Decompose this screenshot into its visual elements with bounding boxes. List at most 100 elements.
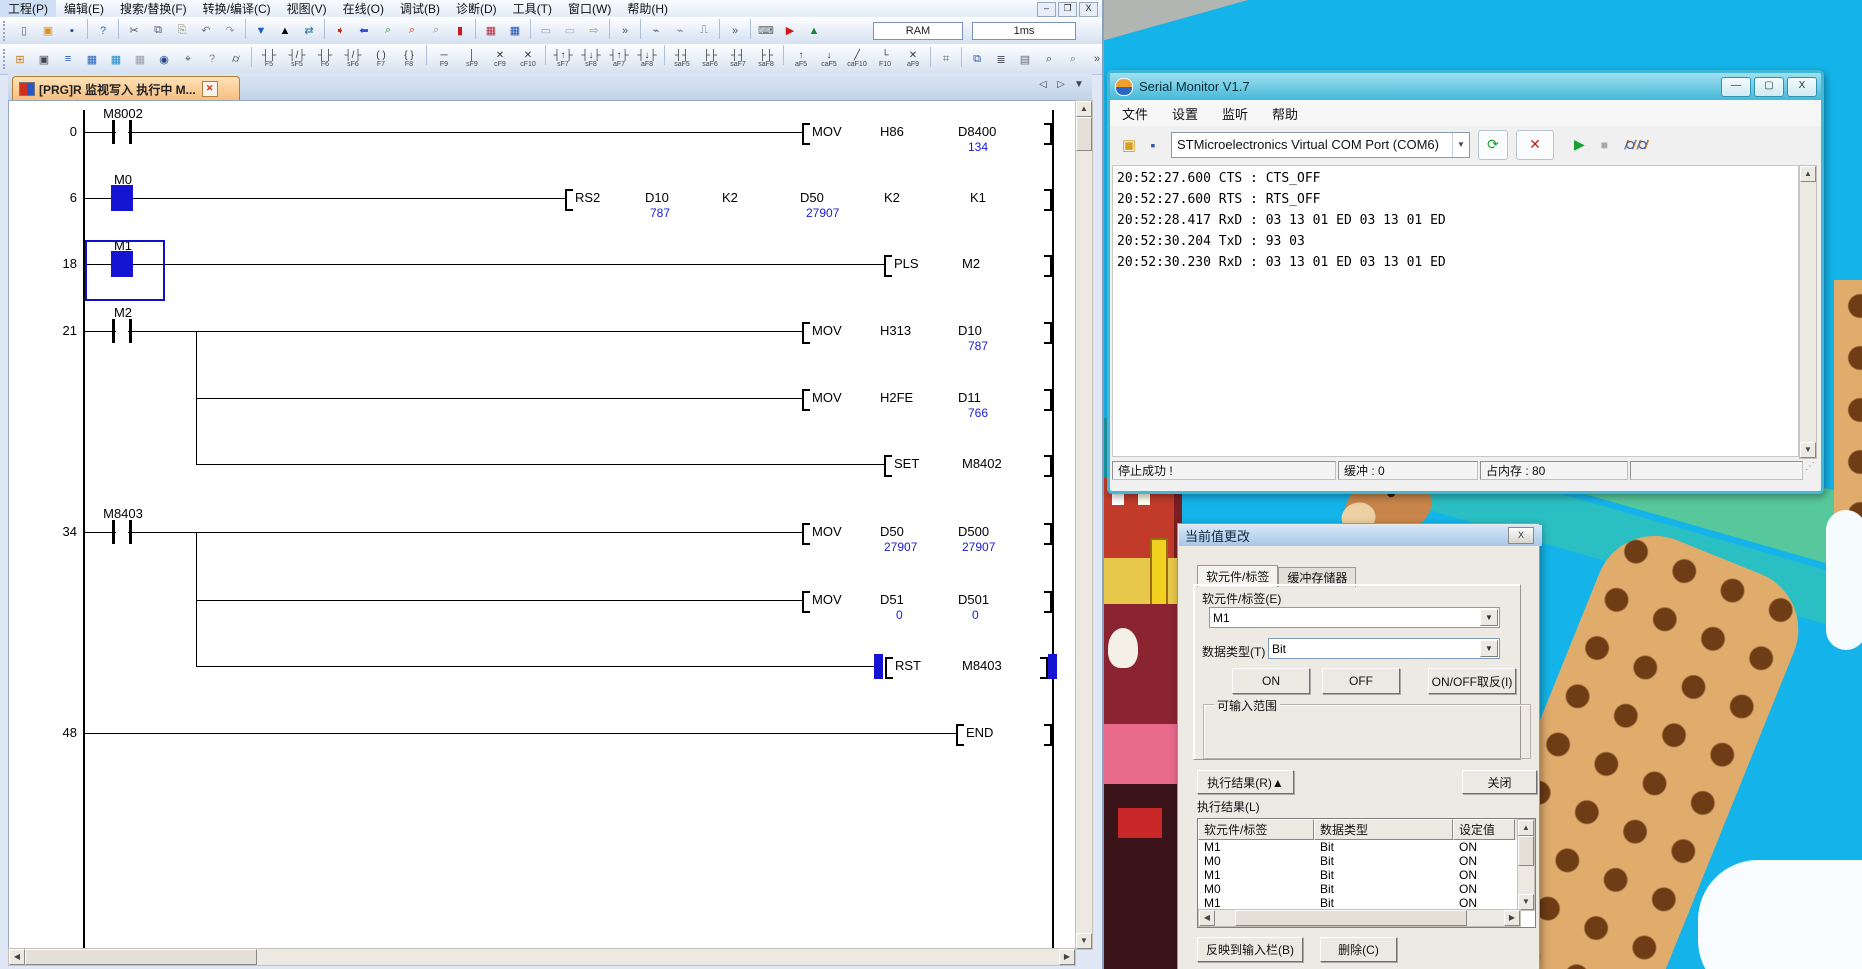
instruction-operand[interactable]: D50	[800, 190, 824, 206]
scan-time-box[interactable]: 1ms	[972, 22, 1076, 40]
instruction-operand[interactable]: K2	[722, 190, 738, 206]
on-off-invert-button[interactable]: ON/OFF取反(I)	[1428, 668, 1516, 694]
instruction-operand[interactable]: D11	[958, 390, 981, 406]
hscroll-thumb[interactable]	[25, 949, 257, 965]
memory-target-box[interactable]: RAM	[873, 22, 963, 40]
logline-item[interactable]: 20:52:30.230 RxD : 03 13 01 ED 03 13 01 …	[1117, 253, 1798, 274]
import-icon[interactable]: ⬅	[353, 20, 375, 42]
scroll-left-icon[interactable]: ◀	[9, 949, 25, 965]
logline-item[interactable]: 20:52:28.417 RxD : 03 13 01 ED 03 13 01 …	[1117, 211, 1798, 232]
overflow-chevron-icon[interactable]: »	[724, 20, 746, 42]
falling-pulse-button[interactable]: ┤↓├sF8	[577, 45, 605, 73]
column-header[interactable]: 软元件/标签	[1198, 819, 1314, 840]
invert-result-button[interactable]: ↑aF5	[787, 45, 815, 73]
contact-label[interactable]: M8002	[92, 106, 154, 121]
stop-block-icon[interactable]: ▮	[449, 20, 471, 42]
instruction-operand[interactable]: D500	[958, 524, 989, 540]
dialog-title-bar[interactable]: 当前值更改	[1179, 525, 1542, 546]
application-instruction-button[interactable]: { }F8	[395, 45, 423, 73]
table-row[interactable]: M1BitON	[1198, 868, 1535, 882]
stop-listen-icon[interactable]: ■	[1601, 138, 1608, 152]
smenu-item[interactable]: 帮助	[1260, 102, 1310, 125]
instruction-operand[interactable]: H313	[880, 323, 911, 339]
table-vscroll-thumb[interactable]	[1518, 836, 1534, 866]
overflow-chevron-icon[interactable]: »	[1086, 48, 1108, 70]
doc-gray2-icon[interactable]: ▭	[559, 20, 581, 42]
convert-edge-button[interactable]: ↓caF5	[815, 45, 843, 73]
redo-icon[interactable]: ↷	[219, 20, 241, 42]
export-icon[interactable]: ➧	[329, 20, 351, 42]
horizontal-line-button[interactable]: ─F9	[430, 45, 458, 73]
smenu-item[interactable]: 设置	[1160, 102, 1210, 125]
serial-title-bar[interactable]: Serial Monitor V1.7 — ▢ X	[1110, 73, 1821, 100]
device-find-icon[interactable]: ▦	[81, 48, 103, 70]
open-contact-button[interactable]: ┤├F5	[255, 45, 283, 73]
close-contact-button[interactable]: ┤/├sF5	[283, 45, 311, 73]
table-vscrollbar[interactable]: ▲ ▼	[1517, 819, 1535, 911]
save-icon[interactable]: ▪	[61, 20, 83, 42]
scroll-right-icon[interactable]: ▶	[1504, 910, 1520, 926]
binoculars-icon[interactable]: ⌭⌭	[1624, 135, 1648, 155]
remote-operation-icon[interactable]: ⌨	[755, 20, 777, 42]
help-icon[interactable]: ?	[92, 20, 114, 42]
verify-with-plc-icon[interactable]: ⇄	[298, 20, 320, 42]
scroll-right-icon[interactable]: ▶	[1059, 949, 1075, 965]
instruction-opcode[interactable]: SET	[894, 456, 919, 472]
table-row[interactable]: M1BitON	[1198, 896, 1535, 910]
rising-pulse-button[interactable]: ┤↑├sF7	[549, 45, 577, 73]
delete-hline-button[interactable]: ✕cF9	[486, 45, 514, 73]
binoculars-icon[interactable]: ⌭	[225, 48, 247, 70]
minimize-button[interactable]: —	[1721, 77, 1751, 97]
run-flag-icon[interactable]: ▶	[779, 20, 801, 42]
device-watch-icon[interactable]: ◉	[153, 48, 175, 70]
gxmenu-item[interactable]: 窗口(W)	[560, 0, 619, 18]
read-from-plc-icon[interactable]: ▲	[274, 20, 296, 42]
tab-scroll-right-icon[interactable]: ▷	[1054, 79, 1068, 90]
delete-x-button[interactable]: ✕aF9	[899, 45, 927, 73]
table-hscrollbar[interactable]: ◀ ▶	[1198, 909, 1521, 927]
scroll-up-icon[interactable]: ▲	[1800, 166, 1816, 182]
scroll-down-icon[interactable]: ▼	[1800, 442, 1816, 458]
find-disabled-icon[interactable]: ⌕	[425, 20, 447, 42]
vertical-line-button[interactable]: │sF9	[458, 45, 486, 73]
start-listen-icon[interactable]: ▶	[1574, 136, 1585, 153]
undo-icon[interactable]: ↶	[195, 20, 217, 42]
gxmenu-item[interactable]: 在线(O)	[335, 0, 392, 18]
inline-st-icon[interactable]: ⌗	[935, 48, 957, 70]
gxmenu-item[interactable]: 转换/编译(C)	[195, 0, 279, 18]
zoom-in-icon[interactable]: ⌕	[1038, 48, 1060, 70]
pulse-branch-button[interactable]: ┤┤saF7	[724, 45, 752, 73]
instruction-operand[interactable]: D10	[958, 323, 982, 339]
instruction-opcode[interactable]: MOV	[812, 323, 842, 339]
vscroll-thumb[interactable]	[1076, 117, 1092, 151]
list-view-icon[interactable]: ≡	[57, 48, 79, 70]
tab-prg-monitor[interactable]: [PRG]R 监视写入 执行中 M... ✕	[12, 76, 240, 101]
close-button[interactable]: X	[1787, 77, 1817, 97]
instruction-operand[interactable]: D501	[958, 592, 989, 608]
comment-display-icon[interactable]: ▤	[1014, 48, 1036, 70]
instruction-operand[interactable]: H86	[880, 124, 904, 140]
mdi-restore-button[interactable]: ❐	[1058, 2, 1077, 17]
instruction-operand[interactable]: D10	[645, 190, 669, 206]
jump-icon[interactable]: ⇨	[583, 20, 605, 42]
gxmenu-item[interactable]: 视图(V)	[279, 0, 335, 18]
flip-button[interactable]: ╱caF10	[843, 45, 871, 73]
find-device-read-icon[interactable]: ⌕	[401, 20, 423, 42]
clear-log-button[interactable]: ✕	[1516, 130, 1554, 160]
doc-gray-icon[interactable]: ▭	[535, 20, 557, 42]
scroll-down-icon[interactable]: ▼	[1518, 894, 1534, 910]
device-batch-icon[interactable]: ▦	[504, 20, 526, 42]
new-document-icon[interactable]: ▯	[13, 20, 35, 42]
mdi-minimize-button[interactable]: –	[1037, 2, 1056, 17]
gxmenu-item[interactable]: 编辑(E)	[56, 0, 112, 18]
tab-scroll-left-icon[interactable]: ◁	[1036, 79, 1050, 90]
instruction-operand[interactable]: H2FE	[880, 390, 913, 406]
falling-branch-button[interactable]: ┤↓├aF8	[633, 45, 661, 73]
table-row[interactable]: M0BitON	[1198, 854, 1535, 868]
cross-reference-icon[interactable]: ⧉	[966, 48, 988, 70]
instruction-operand[interactable]: M8403	[962, 658, 1002, 674]
instruction-operand[interactable]: D51	[880, 592, 904, 608]
instruction-operand[interactable]: K1	[970, 190, 986, 206]
device-table-icon[interactable]: ▦	[105, 48, 127, 70]
cut-icon[interactable]: ✂	[123, 20, 145, 42]
